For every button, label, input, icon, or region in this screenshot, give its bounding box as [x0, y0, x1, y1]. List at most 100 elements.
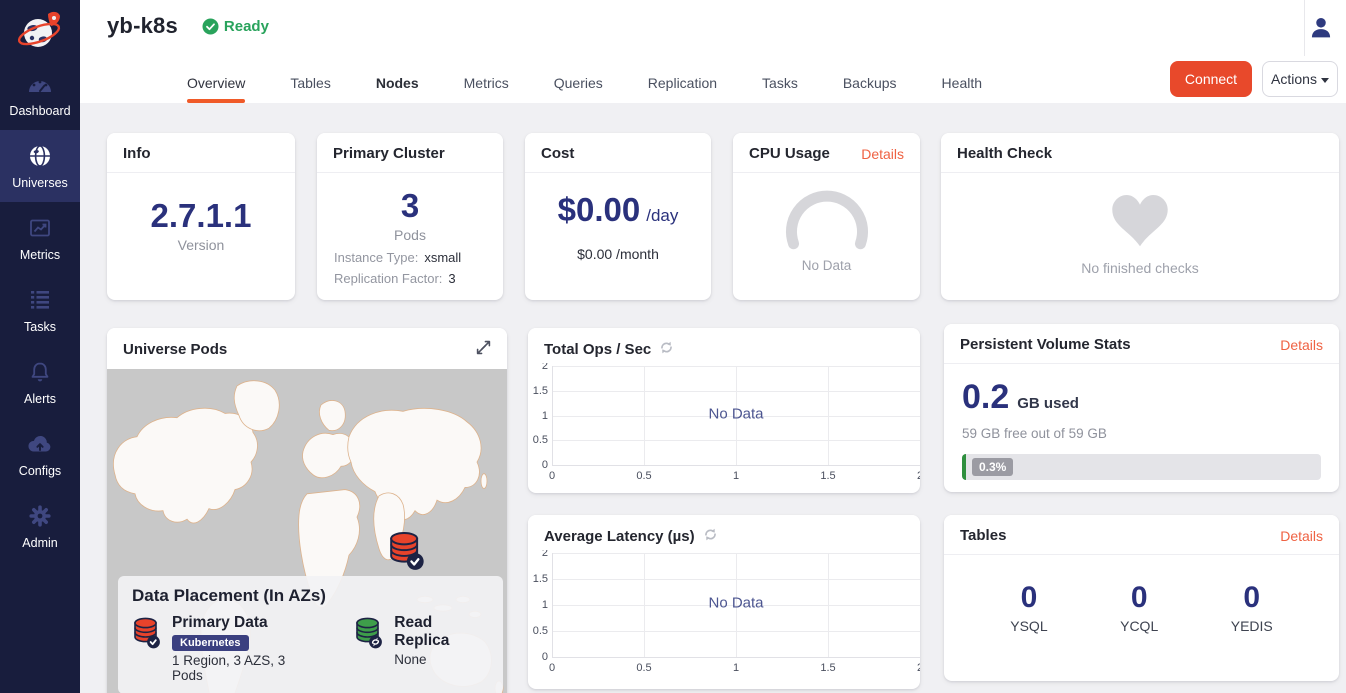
ops-chart-plot: 2 1.5 1 0.5 0 0 0.5 1 1.5 2 No Data	[552, 366, 920, 465]
sidebar-item-label: Universes	[0, 176, 80, 190]
data-placement-legend: Data Placement (In AZs)	[118, 576, 503, 693]
tab-tasks[interactable]: Tasks	[762, 75, 798, 103]
configs-cloud-icon	[0, 431, 80, 457]
tables-details-link[interactable]: Details	[1280, 528, 1323, 544]
x-tick: 1.5	[820, 662, 835, 674]
card-title: Cost	[541, 145, 574, 162]
cost-per-month: $0.00 /month	[525, 246, 711, 262]
y-tick: 1	[528, 599, 548, 611]
card-title: Tables	[960, 527, 1006, 544]
legend-title: Data Placement (In AZs)	[132, 586, 489, 606]
card-title: Persistent Volume Stats	[960, 336, 1131, 353]
pvs-details-link[interactable]: Details	[1280, 337, 1323, 353]
total-ops-chart-card: Total Ops / Sec 2 1.5 1 0.5 0 0	[528, 328, 920, 493]
read-replica-database-icon	[354, 616, 384, 683]
latency-chart-plot: 2 1.5 1 0.5 0 0 0.5 1 1.5 2 No Data	[552, 553, 920, 657]
card-title: Total Ops / Sec	[544, 341, 651, 358]
storage-percent-badge: 0.3%	[972, 458, 1013, 476]
ycql-stat: 0 YCQL	[1120, 581, 1158, 634]
latency-no-data: No Data	[708, 594, 763, 611]
cost-card: Cost $0.00/day $0.00 /month	[525, 133, 711, 300]
status-badge: Ready	[202, 18, 269, 35]
pods-map-marker-database-icon[interactable]	[387, 530, 425, 577]
storage-progress-bar: 0.3%	[962, 454, 1321, 480]
tables-card: Tables Details 0 YSQL 0 YCQL 0 YEDIS	[944, 515, 1339, 681]
world-map[interactable]: Data Placement (In AZs)	[107, 369, 507, 693]
legend-primary-data: Primary Data Kubernetes 1 Region, 3 AZS,…	[132, 614, 316, 683]
tab-metrics[interactable]: Metrics	[464, 75, 509, 103]
sidebar-item-tasks[interactable]: Tasks	[0, 274, 80, 346]
card-title: Primary Cluster	[333, 145, 445, 162]
y-tick: 1	[528, 410, 548, 422]
tab-tables[interactable]: Tables	[290, 75, 330, 103]
sidebar-item-admin[interactable]: Admin	[0, 490, 80, 562]
sidebar-item-label: Dashboard	[0, 104, 80, 118]
cpu-details-link[interactable]: Details	[861, 146, 904, 162]
card-title: Health Check	[957, 145, 1052, 162]
header-divider	[1304, 0, 1305, 56]
x-tick: 2	[917, 662, 920, 674]
sidebar-item-configs[interactable]: Configs	[0, 418, 80, 490]
primary-data-label: Primary Data	[172, 614, 316, 632]
sidebar-item-label: Metrics	[0, 248, 80, 262]
average-latency-chart-card: Average Latency (µs) 2 1.5 1 0.5 0 0	[528, 515, 920, 689]
y-tick: 0.5	[528, 625, 548, 637]
persistent-volume-stats-card: Persistent Volume Stats Details 0.2 GB u…	[944, 324, 1339, 492]
cost-per-day-value: $0.00	[558, 191, 641, 228]
chevron-down-icon	[1321, 78, 1329, 83]
x-tick: 0.5	[636, 662, 651, 674]
version-label: Version	[107, 237, 295, 253]
storage-used-unit: GB used	[1017, 395, 1079, 412]
refresh-icon[interactable]	[703, 527, 718, 546]
health-empty-note: No finished checks	[941, 260, 1339, 276]
instance-type-row: Instance Type:xsmall	[334, 247, 503, 268]
cpu-usage-card: CPU Usage Details No Data	[733, 133, 920, 300]
kubernetes-badge: Kubernetes	[172, 635, 249, 651]
user-profile-icon[interactable]	[1308, 15, 1334, 46]
sidebar-item-metrics[interactable]: Metrics	[0, 202, 80, 274]
tab-overview[interactable]: Overview	[187, 75, 245, 103]
card-title: Universe Pods	[123, 341, 227, 358]
tab-health[interactable]: Health	[942, 75, 982, 103]
metrics-chart-icon	[0, 215, 80, 241]
card-title: CPU Usage	[749, 145, 830, 162]
card-title: Average Latency (µs)	[544, 528, 695, 545]
ops-no-data: No Data	[708, 405, 763, 422]
actions-dropdown-button[interactable]: Actions	[1262, 61, 1338, 97]
x-tick: 0	[549, 662, 555, 674]
y-tick: 0	[528, 651, 548, 663]
sidebar-item-dashboard[interactable]: Dashboard	[0, 58, 80, 130]
yedis-stat: 0 YEDIS	[1231, 581, 1273, 634]
yugabyte-logo[interactable]	[0, 0, 80, 58]
legend-read-replica: Read Replica None	[354, 614, 489, 683]
universes-globe-icon	[0, 143, 80, 169]
tab-replication[interactable]: Replication	[648, 75, 717, 103]
version-value: 2.7.1.1	[107, 197, 295, 235]
ysql-stat: 0 YSQL	[1010, 581, 1047, 634]
tab-queries[interactable]: Queries	[554, 75, 603, 103]
expand-icon[interactable]	[476, 340, 491, 359]
refresh-icon[interactable]	[659, 340, 674, 359]
sidebar-item-alerts[interactable]: Alerts	[0, 346, 80, 418]
connect-button[interactable]: Connect	[1170, 61, 1252, 97]
heart-icon	[1111, 195, 1169, 247]
y-tick: 0	[528, 459, 548, 471]
info-card: Info 2.7.1.1 Version	[107, 133, 295, 300]
check-circle-icon	[202, 18, 219, 35]
sidebar-item-label: Alerts	[0, 392, 80, 406]
universe-pods-card: Universe Pods	[107, 328, 507, 693]
x-tick: 2	[917, 470, 920, 482]
primary-data-database-icon	[132, 616, 162, 683]
pods-count: 3	[317, 187, 503, 225]
planet-rocket-logo-icon	[15, 7, 65, 57]
tab-nodes[interactable]: Nodes	[376, 75, 419, 103]
gauge-arc-icon	[771, 185, 883, 251]
y-tick: 1.5	[528, 385, 548, 397]
x-tick: 1.5	[820, 470, 835, 482]
overview-content: Info 2.7.1.1 Version Primary Cluster 3 P…	[80, 103, 1346, 693]
tab-backups[interactable]: Backups	[843, 75, 897, 103]
storage-free-text: 59 GB free out of 59 GB	[962, 426, 1321, 441]
read-replica-label: Read Replica	[394, 614, 489, 650]
universe-title: yb-k8s	[107, 13, 178, 39]
sidebar-item-universes[interactable]: Universes	[0, 130, 80, 202]
